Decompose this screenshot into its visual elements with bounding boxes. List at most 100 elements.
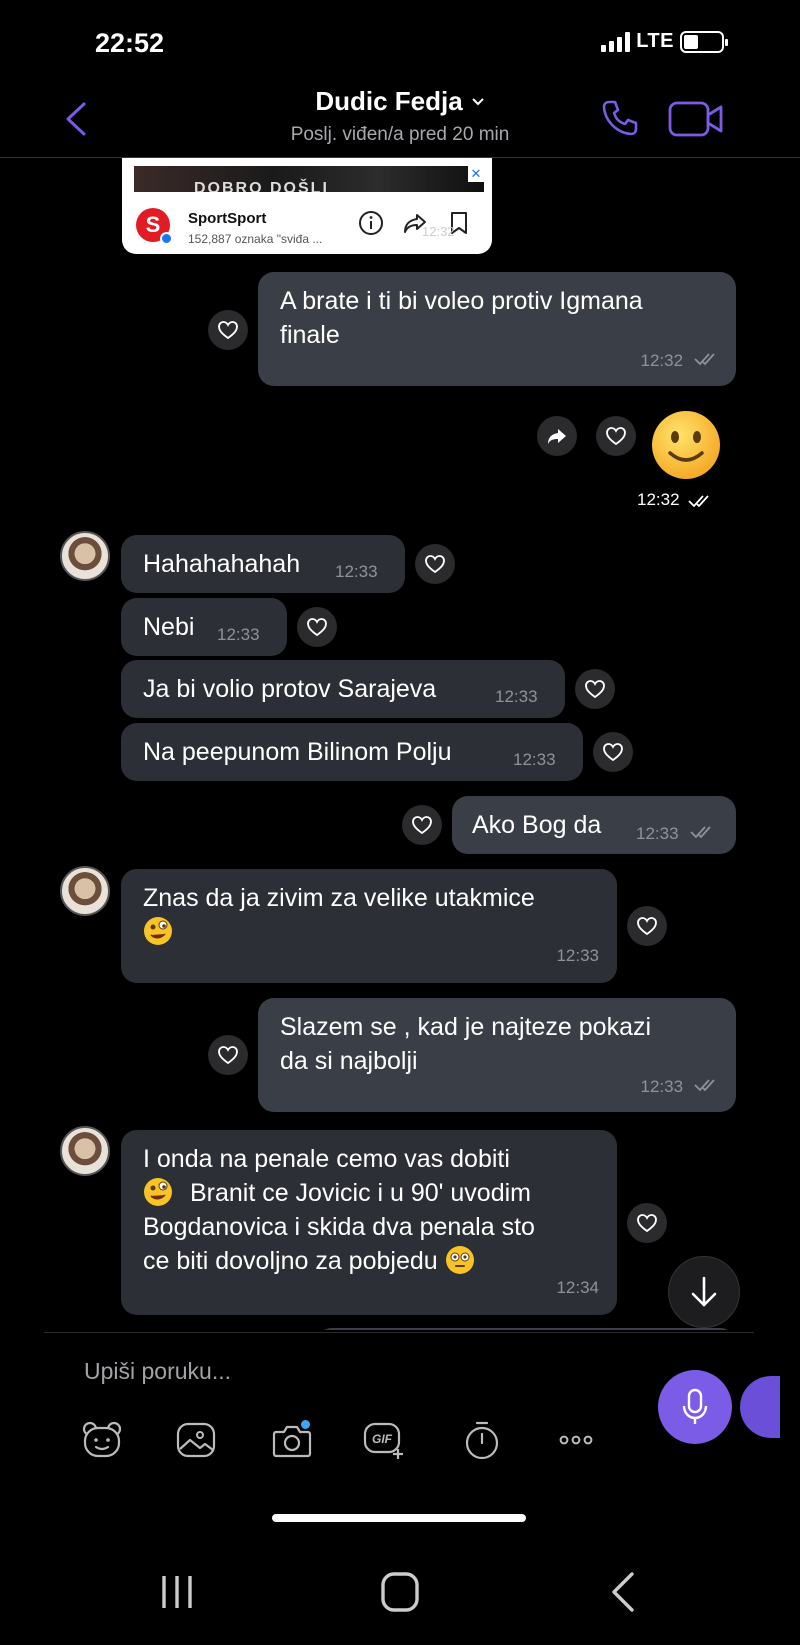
recent-apps-icon[interactable] — [152, 1570, 202, 1614]
message-text: Ja bi volio protov Sarajeva — [143, 675, 437, 703]
timer-icon[interactable] — [460, 1418, 504, 1462]
like-button[interactable] — [208, 310, 248, 350]
status-time: 22:52 — [95, 28, 165, 58]
message-bubble-outgoing[interactable]: Slazem se , kad je najteze pokazi da si … — [258, 998, 736, 1112]
svg-text:GIF: GIF — [372, 1432, 393, 1446]
phone-icon[interactable] — [600, 98, 640, 138]
message-meta: 12:33 — [641, 1067, 721, 1104]
heart-icon — [307, 618, 327, 637]
more-icon[interactable] — [554, 1418, 598, 1462]
composer-toolbar: GIF — [78, 1418, 618, 1464]
ad-actions — [358, 210, 472, 236]
avatar[interactable] — [60, 1126, 110, 1176]
like-button[interactable] — [593, 732, 633, 772]
like-button[interactable] — [208, 1035, 248, 1075]
voice-message-button[interactable] — [658, 1370, 732, 1444]
ad-banner[interactable]: DOBRO DOŠLI ✕ — [134, 166, 484, 192]
ad-close-icon[interactable]: ✕ — [468, 166, 484, 182]
message-text: Znas da ja zivim za velike utakmice — [143, 881, 535, 949]
slightly-smiling-face-icon[interactable] — [650, 409, 722, 481]
message-time: 12:33 — [556, 946, 599, 965]
like-button[interactable] — [297, 607, 337, 647]
message-meta: 12:32 — [641, 341, 721, 378]
message-time: 12:32 — [637, 490, 680, 509]
network-label: LTE — [636, 30, 674, 52]
message-text: I onda na penale cemo vas dobiti Branit … — [143, 1145, 535, 1275]
system-navigation-bar — [0, 1560, 800, 1626]
secondary-action-button[interactable] — [740, 1376, 780, 1438]
like-button[interactable] — [575, 669, 615, 709]
ad-banner-text: DOBRO DOŠLI — [194, 180, 329, 192]
sticker-icon[interactable] — [80, 1418, 124, 1462]
message-bubble-incoming[interactable]: Na peepunom Bilinom Polju 12:33 — [121, 723, 583, 781]
message-time: 12:33 — [217, 625, 260, 644]
home-icon[interactable] — [375, 1570, 425, 1614]
message-bubble-incoming[interactable]: I onda na penale cemo vas dobiti Branit … — [121, 1130, 617, 1315]
signal-icon — [601, 31, 631, 52]
ad-page-name: SportSport — [188, 210, 267, 227]
heart-icon — [606, 427, 626, 446]
gif-icon[interactable]: GIF — [362, 1418, 406, 1462]
ad-card[interactable]: DOBRO DOŠLI ✕ S SportSport 152,887 oznak… — [122, 158, 492, 254]
heart-icon — [637, 917, 657, 936]
avatar[interactable] — [60, 531, 110, 581]
gallery-icon[interactable] — [174, 1418, 218, 1462]
message-time: 12:33 — [495, 687, 538, 706]
message-text: Na peepunom Bilinom Polju — [143, 738, 452, 766]
video-call-icon[interactable] — [668, 100, 724, 138]
heart-icon — [637, 1214, 657, 1233]
camera-icon[interactable] — [270, 1418, 314, 1462]
chevron-down-icon — [471, 97, 484, 105]
arrow-down-icon — [691, 1276, 717, 1307]
battery-icon — [680, 30, 728, 53]
message-bubble-outgoing-partial — [316, 1328, 736, 1330]
composer-divider — [44, 1332, 754, 1333]
avatar[interactable] — [60, 866, 110, 916]
status-bar: 22:52 LTE — [0, 0, 800, 80]
back-nav-icon[interactable] — [600, 1570, 650, 1614]
message-list[interactable]: DOBRO DOŠLI ✕ S SportSport 152,887 oznak… — [0, 158, 800, 1330]
heart-icon — [412, 816, 432, 835]
double-check-icon — [694, 1079, 715, 1092]
message-text: Hahahahahah — [143, 550, 301, 578]
like-button[interactable] — [402, 805, 442, 845]
facebook-badge-icon — [160, 232, 173, 245]
like-button[interactable] — [627, 1203, 667, 1243]
message-bubble-outgoing[interactable]: Ako Bog da 12:33 — [452, 796, 736, 854]
message-input[interactable]: Upiši poruku... — [84, 1358, 231, 1385]
winking-zany-face-icon — [143, 915, 535, 949]
message-text: A brate i ti bi voleo protiv Igmana fina… — [280, 287, 643, 349]
ad-likes: 152,887 oznaka "sviđa ... — [188, 232, 323, 246]
info-icon[interactable] — [358, 210, 384, 236]
status-indicators: LTE — [601, 30, 728, 53]
forward-button[interactable] — [537, 416, 577, 456]
message-meta: 12:33 — [636, 814, 716, 851]
message-meta: 12:32 — [637, 490, 714, 510]
heart-icon — [603, 743, 623, 762]
message-time: 12:33 — [636, 824, 679, 843]
microphone-icon — [682, 1388, 708, 1424]
heart-icon — [585, 680, 605, 699]
like-button[interactable] — [415, 544, 455, 584]
message-text: Slazem se , kad je najteze pokazi da si … — [280, 1013, 652, 1075]
message-text: Nebi — [143, 613, 195, 641]
message-bubble-incoming[interactable]: Ja bi volio protov Sarajeva 12:33 — [121, 660, 565, 718]
chat-header: Dudic Fedja Poslj. viđen/a pred 20 min — [0, 80, 800, 158]
heart-icon — [218, 1046, 238, 1065]
contact-name: Dudic Fedja — [315, 86, 463, 116]
message-bubble-incoming[interactable]: Hahahahahah 12:33 — [121, 535, 405, 593]
like-button[interactable] — [627, 906, 667, 946]
double-check-icon — [688, 495, 709, 508]
message-bubble-incoming[interactable]: Znas da ja zivim za velike utakmice 12:3… — [121, 869, 617, 983]
home-indicator[interactable] — [272, 1514, 526, 1522]
scroll-to-bottom-button[interactable] — [668, 1256, 740, 1328]
like-button[interactable] — [596, 416, 636, 456]
camera-badge — [301, 1420, 310, 1429]
flushed-face-icon — [445, 1246, 474, 1274]
forward-icon — [548, 429, 566, 444]
message-bubble-incoming[interactable]: Nebi 12:33 — [121, 598, 287, 656]
message-time: 12:33 — [513, 750, 556, 769]
contact-name-row[interactable]: Dudic Fedja — [315, 86, 484, 117]
heart-icon — [218, 321, 238, 340]
message-bubble-outgoing[interactable]: A brate i ti bi voleo protiv Igmana fina… — [258, 272, 736, 386]
